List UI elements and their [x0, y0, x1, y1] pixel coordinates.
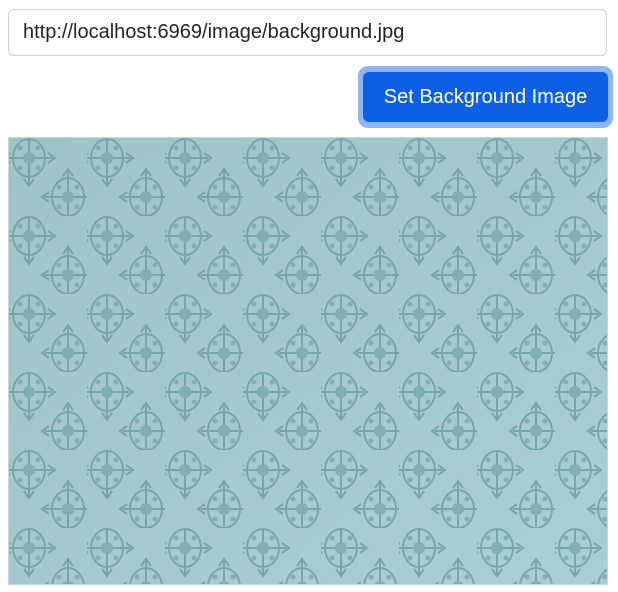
page: Set Background Image — [0, 0, 618, 592]
image-url-input[interactable] — [8, 9, 607, 56]
set-background-image-button[interactable]: Set Background Image — [363, 72, 608, 122]
background-image-preview — [8, 137, 608, 585]
damask-pattern-image — [9, 138, 607, 584]
